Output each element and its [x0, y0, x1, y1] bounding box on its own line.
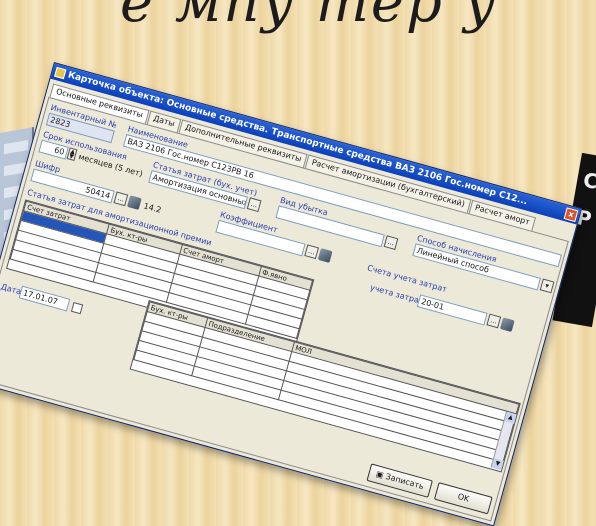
- coefficient-select-button[interactable]: ...: [304, 244, 320, 260]
- date-field[interactable]: 17.01.07: [18, 285, 71, 312]
- save-button[interactable]: ▣ Записать: [366, 463, 433, 498]
- app-icon: [54, 66, 67, 80]
- method-select-button[interactable]: ▾: [539, 278, 555, 294]
- ok-button[interactable]: OK: [433, 482, 493, 515]
- calendar-icon[interactable]: [70, 301, 84, 315]
- attach-icon[interactable]: [126, 195, 142, 210]
- account-field[interactable]: 20-01: [416, 294, 488, 326]
- slide-title: е мпу тер у: [120, 0, 499, 35]
- save-label: Записать: [384, 471, 425, 492]
- amount-select-button[interactable]: ...: [113, 191, 129, 207]
- depreciation-grid[interactable]: Бух. кт-ры Подразделение МОЛ: [129, 300, 521, 473]
- writeoff-select-button[interactable]: ...: [383, 235, 399, 251]
- account-clear-icon[interactable]: [499, 317, 515, 333]
- amount-aux: 14.2: [142, 201, 163, 215]
- useful-life-stepper[interactable]: ▲ ▼: [66, 147, 78, 162]
- close-icon[interactable]: x: [563, 207, 579, 223]
- account-label: учета затрат: [369, 282, 425, 307]
- coefficient-clear-icon[interactable]: [317, 248, 333, 263]
- cost-group-select-button[interactable]: ...: [246, 197, 262, 213]
- object-card-window: Карточка объекта: Основные средства. Тра…: [0, 62, 583, 526]
- account-select-button[interactable]: ...: [486, 313, 502, 329]
